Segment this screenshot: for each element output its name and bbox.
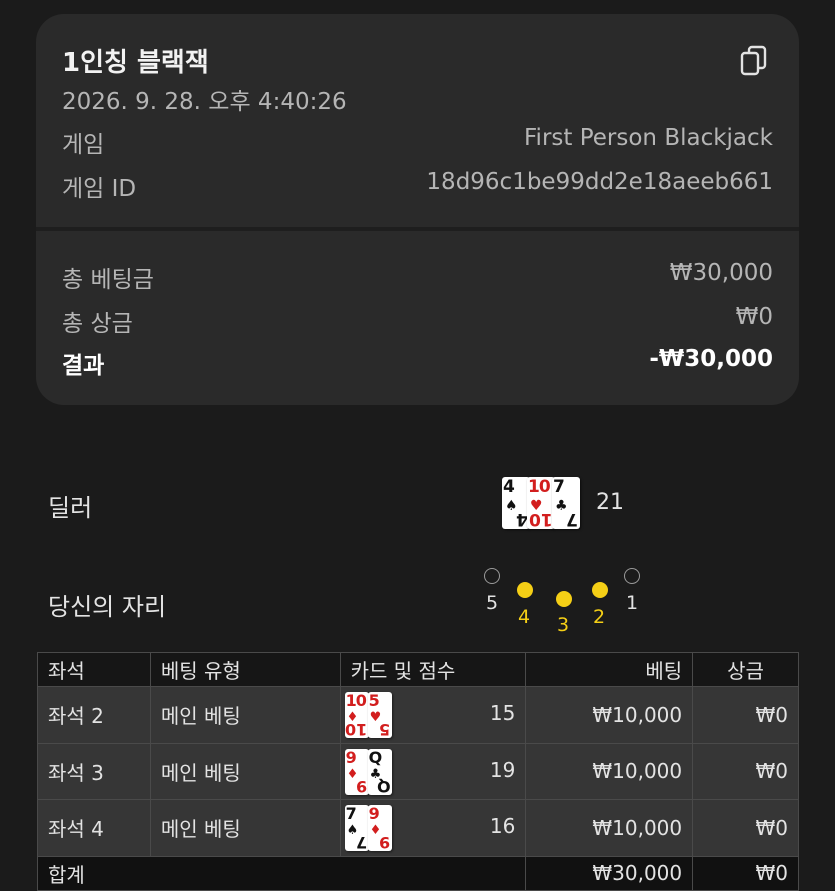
col-cards-score: 카드 및 점수 bbox=[339, 652, 527, 687]
card-rank: 10 bbox=[345, 692, 367, 710]
win-cell: ₩0 bbox=[692, 742, 799, 800]
card-rank-inverted: 7 bbox=[566, 509, 578, 529]
hand-score: 15 bbox=[489, 701, 516, 725]
col-win: 상금 bbox=[692, 652, 799, 687]
bet-cell: ₩10,000 bbox=[525, 799, 694, 857]
card-rank-inverted: 7 bbox=[356, 833, 368, 851]
cards-cell: 10 ♦ 10 5 ♥ 5 15 bbox=[339, 686, 527, 744]
table-row: 좌석 4 메인 베팅 7 ♠ 7 9 ♦ 9 16 ₩10,000 ₩0 bbox=[37, 799, 799, 857]
table-footer-row: 합계 ₩30,000 ₩0 bbox=[36, 855, 799, 891]
card-rank-inverted: 9 bbox=[379, 833, 391, 851]
result-value: -₩30,000 bbox=[649, 346, 773, 372]
seat-number: 3 bbox=[557, 614, 570, 636]
playing-card: 7 ♣ 7 bbox=[552, 477, 580, 529]
seat-marker bbox=[624, 568, 640, 584]
footer-bet: ₩30,000 bbox=[525, 855, 694, 891]
hand-cards: 10 ♦ 10 5 ♥ 5 bbox=[343, 692, 403, 740]
bet-type-cell: 메인 베팅 bbox=[149, 799, 341, 857]
card-rank: 7 bbox=[345, 805, 357, 823]
playing-card: 7 ♠ 7 bbox=[344, 805, 369, 851]
footer-win: ₩0 bbox=[692, 855, 799, 891]
card-rank: 9 bbox=[368, 805, 380, 823]
bet-type-cell: 메인 베팅 bbox=[149, 742, 341, 800]
card-rank: Q bbox=[368, 748, 383, 767]
bet-cell: ₩10,000 bbox=[525, 686, 694, 744]
win-cell: ₩0 bbox=[692, 686, 799, 744]
bet-cell: ₩10,000 bbox=[525, 742, 694, 800]
divider bbox=[36, 227, 799, 231]
game-id-row: 게임 ID 18d96c1be99dd2e18aeeb661 bbox=[62, 169, 773, 202]
win-cell: ₩0 bbox=[692, 799, 799, 857]
playing-card: 9 ♦ 9 bbox=[367, 805, 392, 851]
hand-score: 16 bbox=[489, 814, 516, 838]
card-rank: 10 bbox=[528, 477, 551, 497]
card-rank: 9 bbox=[345, 748, 357, 767]
bets-table: 좌석 베팅 유형 카드 및 점수 베팅 상금 좌석 2 메인 베팅 10 ♦ 10 5 ♥ 5… bbox=[36, 652, 799, 891]
game-id-value: 18d96c1be99dd2e18aeeb661 bbox=[426, 169, 773, 195]
total-win-label: 총 상금 bbox=[62, 311, 133, 337]
cards-cell: 9 ♦ 9 Q ♣ Q 19 bbox=[339, 742, 527, 800]
seat-number: 5 bbox=[486, 592, 499, 614]
game-title: 1인칭 블랙잭 bbox=[62, 48, 209, 78]
total-win-row: 총 상금 ₩0 bbox=[62, 304, 773, 337]
table-header-row: 좌석 베팅 유형 카드 및 점수 베팅 상금 bbox=[37, 652, 799, 687]
cards-cell: 7 ♠ 7 9 ♦ 9 16 bbox=[339, 799, 527, 857]
card-rank: 5 bbox=[368, 692, 380, 710]
round-datetime: 2026. 9. 28. 오후 4:40:26 bbox=[62, 89, 347, 115]
bet-type-cell: 메인 베팅 bbox=[149, 686, 341, 744]
seat-number: 2 bbox=[593, 606, 606, 628]
seat-marker bbox=[592, 582, 608, 598]
seat-marker bbox=[484, 568, 500, 584]
playing-card: Q ♣ Q bbox=[367, 748, 392, 795]
col-bet-type: 베팅 유형 bbox=[149, 652, 341, 687]
seat-cell: 좌석 2 bbox=[37, 686, 151, 744]
table-row: 좌석 2 메인 베팅 10 ♦ 10 5 ♥ 5 15 ₩10,000 ₩0 bbox=[37, 686, 799, 744]
card-rank: 4 bbox=[503, 477, 515, 497]
total-bet-label: 총 베팅금 bbox=[62, 267, 154, 293]
col-bet: 베팅 bbox=[525, 652, 694, 687]
total-bet-row: 총 베팅금 ₩30,000 bbox=[62, 260, 773, 293]
total-bet-value: ₩30,000 bbox=[669, 260, 773, 286]
seat-marker bbox=[556, 591, 572, 607]
card-rank-inverted: 9 bbox=[356, 776, 368, 795]
card-rank-inverted: 5 bbox=[379, 720, 391, 738]
seat-marker bbox=[517, 582, 533, 598]
result-label: 결과 bbox=[62, 353, 105, 379]
game-row: 게임 First Person Blackjack bbox=[62, 125, 773, 158]
seat-cell: 좌석 3 bbox=[37, 742, 151, 800]
playing-card: 10 ♦ 10 bbox=[344, 692, 369, 738]
card-rank: 7 bbox=[553, 477, 565, 497]
seat-number: 1 bbox=[626, 592, 639, 614]
dealer-score: 21 bbox=[596, 490, 624, 515]
playing-card: 5 ♥ 5 bbox=[367, 692, 392, 738]
playing-card: 10 ♥ 10 bbox=[527, 477, 555, 529]
playing-card: 9 ♦ 9 bbox=[344, 748, 369, 795]
game-label: 게임 bbox=[62, 132, 105, 158]
table-row: 좌석 3 메인 베팅 9 ♦ 9 Q ♣ Q 19 ₩10,000 ₩0 bbox=[37, 742, 799, 800]
hand-score: 19 bbox=[489, 757, 516, 782]
round-details-card: 1인칭 블랙잭 2026. 9. 28. 오후 4:40:26 게임 First… bbox=[36, 14, 799, 405]
copy-icon[interactable] bbox=[739, 44, 769, 78]
hand-cards: 7 ♠ 7 9 ♦ 9 bbox=[343, 805, 403, 853]
card-rank-inverted: 10 bbox=[529, 509, 553, 529]
card-rank-inverted: 10 bbox=[345, 720, 368, 738]
game-id-label: 게임 ID bbox=[62, 176, 137, 202]
result-row: 결과 -₩30,000 bbox=[62, 346, 773, 379]
col-seat: 좌석 bbox=[37, 652, 151, 687]
seats-label: 당신의 자리 bbox=[48, 593, 167, 621]
footer-label: 합계 bbox=[36, 855, 527, 891]
seat-number: 4 bbox=[518, 606, 531, 628]
dealer-label: 딜러 bbox=[48, 494, 93, 522]
seat-cell: 좌석 4 bbox=[37, 799, 151, 857]
card-rank-inverted: Q bbox=[376, 776, 391, 795]
hand-cards: 9 ♦ 9 Q ♣ Q bbox=[343, 748, 403, 797]
playing-card: 4 ♠ 4 bbox=[502, 477, 530, 529]
game-value: First Person Blackjack bbox=[524, 125, 773, 151]
total-win-value: ₩0 bbox=[735, 304, 773, 330]
